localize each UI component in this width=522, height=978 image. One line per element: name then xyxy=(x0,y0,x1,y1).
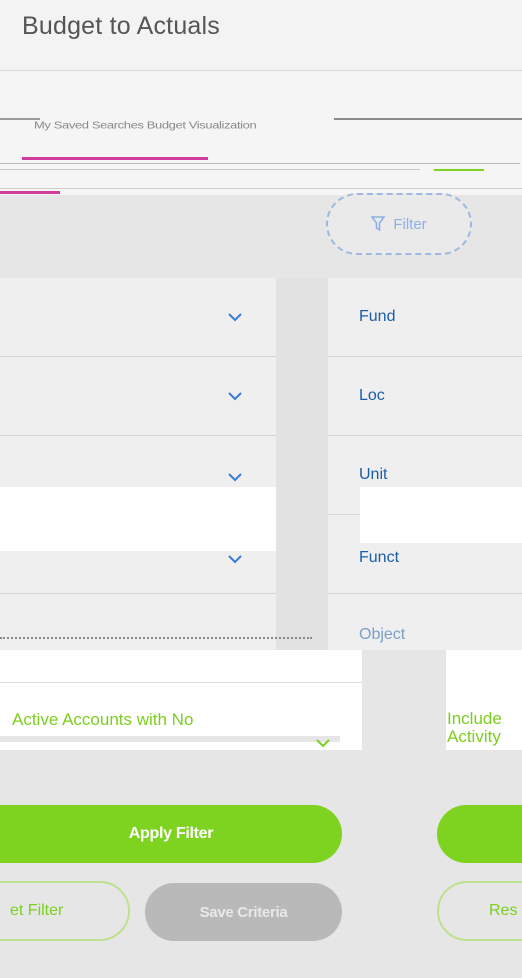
panel-gap xyxy=(276,278,328,650)
reset-filter-button-right[interactable]: Res xyxy=(437,881,522,941)
filter-field-label: Unit xyxy=(359,466,388,483)
apply-filter-button-right[interactable] xyxy=(437,805,522,863)
filter-field-label: Object xyxy=(359,626,406,643)
dropdown-row[interactable] xyxy=(0,357,276,436)
divider xyxy=(0,682,362,683)
active-accounts-option[interactable]: Active Accounts with No xyxy=(12,710,193,730)
chevron-down-icon[interactable] xyxy=(316,738,330,748)
funnel-icon xyxy=(371,216,386,232)
chevron-down-icon[interactable] xyxy=(228,552,242,566)
divider xyxy=(0,163,520,164)
divider xyxy=(0,191,60,194)
page-title: Budget to Actuals xyxy=(22,12,220,40)
divider xyxy=(0,637,312,643)
divider xyxy=(434,169,484,171)
chevron-down-icon[interactable] xyxy=(228,310,242,324)
filter-field-label: Funct xyxy=(359,549,400,566)
filter-button-label: Filter xyxy=(393,215,427,233)
left-filter-panel xyxy=(0,278,332,650)
option-box-left xyxy=(0,650,362,750)
rendering-glitch xyxy=(360,487,522,543)
divider xyxy=(334,118,522,120)
apply-filter-button[interactable]: Apply Filter xyxy=(0,805,342,863)
active-tab-underline xyxy=(22,157,208,160)
reset-filter-label-right: Res xyxy=(489,902,518,919)
divider xyxy=(0,188,522,189)
filter-field-row[interactable]: Loc xyxy=(328,357,522,436)
filter-button[interactable]: Filter xyxy=(326,193,472,255)
divider xyxy=(0,169,420,170)
reset-filter-button[interactable]: et Filter xyxy=(0,881,130,941)
include-line-1: Include xyxy=(447,709,502,728)
reset-filter-label: et Filter xyxy=(10,902,64,919)
include-line-2: Activity xyxy=(447,727,501,746)
include-activity-option[interactable]: Include Activity xyxy=(447,710,502,746)
saved-search-strip xyxy=(0,71,522,195)
dropdown-row[interactable] xyxy=(0,278,276,357)
right-filter-panel: Fund Loc Unit Funct Object xyxy=(328,278,522,650)
breadcrumb[interactable]: My Saved Searches Budget Visualization xyxy=(34,119,257,131)
filter-field-label: Loc xyxy=(359,387,385,404)
chevron-down-icon[interactable] xyxy=(228,470,242,484)
filter-field-row[interactable]: Fund xyxy=(328,278,522,357)
filter-field-row[interactable]: Object xyxy=(328,594,522,650)
rendering-glitch xyxy=(0,487,276,551)
divider xyxy=(0,736,340,742)
chevron-down-icon[interactable] xyxy=(228,389,242,403)
filter-field-label: Fund xyxy=(359,308,396,325)
page-header: Budget to Actuals xyxy=(0,0,522,71)
save-criteria-button[interactable]: Save Criteria xyxy=(145,883,342,941)
